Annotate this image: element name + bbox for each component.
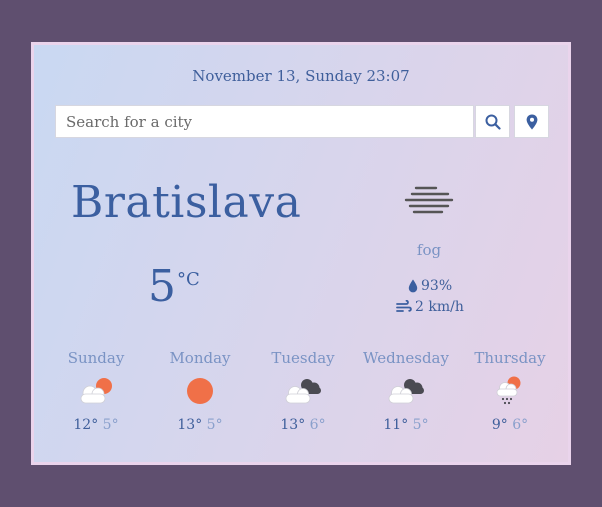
forecast-min-temp: 5° xyxy=(102,417,119,433)
forecast-day-monday: Monday 13° 5° xyxy=(155,349,245,433)
wind-icon xyxy=(396,300,412,312)
forecast-max-temp: 12° xyxy=(73,417,99,433)
forecast-min-temp: 5° xyxy=(206,417,223,433)
forecast-max-temp: 9° xyxy=(491,417,508,433)
cloudy-icon xyxy=(285,379,321,404)
location-pin-icon xyxy=(526,114,537,129)
partly-cloudy-icon xyxy=(80,378,112,404)
water-drop-icon xyxy=(408,279,418,293)
fog-icon xyxy=(404,186,454,214)
forecast-min-temp: 5° xyxy=(412,417,429,433)
weather-card: November 13, Sunday 23:07 Bratislava 5 °… xyxy=(31,42,571,465)
city-search-input[interactable] xyxy=(55,105,474,138)
temperature-unit: °C xyxy=(177,269,200,290)
current-location-button[interactable] xyxy=(514,105,549,138)
cloudy-icon xyxy=(388,379,424,404)
forecast-max-temp: 13° xyxy=(280,417,306,433)
rain-icon xyxy=(496,376,521,405)
forecast-day-wednesday: Wednesday 11° 5° xyxy=(361,349,451,433)
forecast-day-name: Tuesday xyxy=(271,349,335,367)
forecast-day-name: Wednesday xyxy=(363,349,449,367)
current-datetime: November 13, Sunday 23:07 xyxy=(192,67,410,85)
wind-value: 2 km/h xyxy=(415,299,464,315)
forecast-day-name: Monday xyxy=(169,349,231,367)
weather-condition: fog xyxy=(416,241,442,259)
wind-stat: 2 km/h xyxy=(396,299,464,315)
forecast-day-name: Sunday xyxy=(67,349,125,367)
forecast-day-tuesday: Tuesday 13° 6° xyxy=(258,349,348,433)
current-temperature: 5 xyxy=(148,261,176,312)
forecast-day-thursday: Thursday 9° 6° xyxy=(465,349,555,433)
sun-icon xyxy=(187,378,213,404)
search-icon xyxy=(485,114,501,130)
forecast-day-sunday: Sunday 12° 5° xyxy=(51,349,141,433)
city-name: Bratislava xyxy=(71,177,302,228)
humidity-value: 93% xyxy=(421,278,453,294)
search-button[interactable] xyxy=(475,105,510,138)
humidity-stat: 93% xyxy=(408,278,452,294)
forecast-min-temp: 6° xyxy=(309,417,326,433)
forecast-day-name: Thursday xyxy=(474,349,546,367)
forecast-row: Sunday 12° 5° Monday 13° 5° Tuesday 13° … xyxy=(34,349,568,454)
forecast-max-temp: 13° xyxy=(177,417,203,433)
forecast-max-temp: 11° xyxy=(383,417,409,433)
forecast-min-temp: 6° xyxy=(512,417,529,433)
